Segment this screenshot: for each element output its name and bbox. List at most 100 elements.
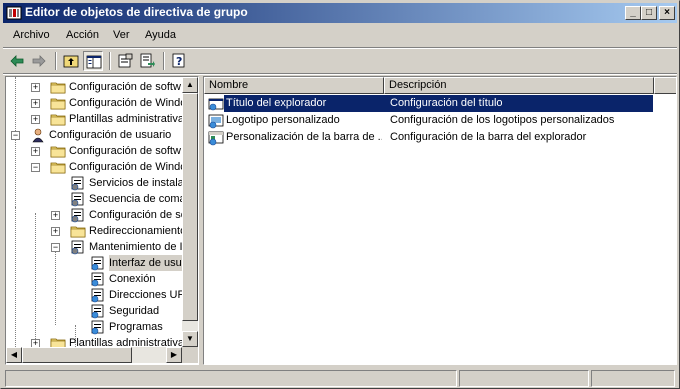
status-panel xyxy=(459,370,589,387)
title-bar[interactable]: Editor de objetos de directiva de grupo … xyxy=(3,3,677,23)
scroll-down-button[interactable]: ▼ xyxy=(182,331,198,347)
tree-item[interactable]: Servicios de instalac xyxy=(6,175,182,191)
column-header-nombre[interactable]: Nombre xyxy=(204,77,384,94)
tree-item[interactable]: + Configuración de softw xyxy=(6,143,182,159)
tree-item[interactable]: − Mantenimiento de Ir xyxy=(6,239,182,255)
row-description: Configuración de los logotipos personali… xyxy=(390,114,615,126)
collapse-icon[interactable]: − xyxy=(11,131,20,140)
tree-item-label: Conexión xyxy=(109,273,156,285)
tree-item[interactable]: Seguridad xyxy=(6,303,182,319)
user-config-icon xyxy=(32,128,44,143)
tree-item-label: Redireccionamiento xyxy=(89,225,182,237)
tree-vertical-scrollbar[interactable]: ▲ ▼ xyxy=(182,77,198,347)
programs-icon xyxy=(91,320,104,335)
script-icon xyxy=(71,192,84,207)
tree-item[interactable]: + Configuración de se xyxy=(6,207,182,223)
custom-logo-icon xyxy=(208,114,224,129)
folder-icon xyxy=(50,146,66,158)
row-description: Configuración de la barra del explorador xyxy=(390,131,587,143)
tree-item-label: Secuencia de comar xyxy=(89,193,182,205)
tree-item[interactable]: + Configuración de softw xyxy=(6,79,182,95)
maximize-button[interactable]: □ xyxy=(641,6,657,20)
tree-item-label: Servicios de instalac xyxy=(89,177,182,189)
menu-archivo[interactable]: Archivo xyxy=(13,29,50,41)
security-icon xyxy=(91,304,104,319)
tree-item[interactable]: Secuencia de comar xyxy=(6,191,182,207)
tree-item[interactable]: + Configuración de Windc xyxy=(6,95,182,111)
list-row[interactable]: Logotipo personalizado Configuración de … xyxy=(204,112,654,129)
tree-item[interactable]: Interfaz de usu xyxy=(6,255,182,271)
tree-item-label: Configuración de Windc xyxy=(69,97,182,109)
back-button[interactable] xyxy=(7,51,27,71)
expand-icon[interactable]: + xyxy=(51,227,60,236)
details-list[interactable]: Nombre Descripción Título del explorador… xyxy=(203,76,677,365)
scroll-up-button[interactable]: ▲ xyxy=(182,77,198,93)
folder-icon xyxy=(50,98,66,110)
toolbar-separator-bottom xyxy=(3,73,677,75)
window-title: Editor de objetos de directiva de grupo xyxy=(25,5,248,19)
tree-item[interactable]: Direcciones URL xyxy=(6,287,182,303)
scroll-thumb[interactable] xyxy=(182,93,198,321)
expand-icon[interactable]: + xyxy=(31,99,40,108)
collapse-icon[interactable]: − xyxy=(31,163,40,172)
status-bar xyxy=(3,369,677,387)
tree-item[interactable]: + Plantillas administrativa: xyxy=(6,335,182,347)
ui-settings-icon xyxy=(91,256,104,271)
tree-item[interactable]: − Configuración de Windc xyxy=(6,159,182,175)
list-row[interactable]: Título del explorador Configuración del … xyxy=(204,95,654,112)
help-button[interactable]: ? xyxy=(169,51,189,71)
tree-item-label: Seguridad xyxy=(109,305,160,317)
folder-icon xyxy=(50,114,66,126)
folder-icon xyxy=(50,82,66,94)
close-button[interactable]: × xyxy=(659,6,675,20)
tree-item-label: Direcciones URL xyxy=(109,289,182,301)
menu-accion[interactable]: Acción xyxy=(66,29,99,41)
tree-item[interactable]: − Configuración de usuario xyxy=(6,127,182,143)
tree-item[interactable]: Conexión xyxy=(6,271,182,287)
help-icon: ? xyxy=(172,53,185,68)
tree-item[interactable]: Programas xyxy=(6,319,182,335)
up-one-level-button[interactable] xyxy=(61,51,81,71)
list-row[interactable]: Personalización de la barra de ... Confi… xyxy=(204,129,654,146)
tree-item-label: Mantenimiento de Ir xyxy=(89,241,182,253)
tree-item[interactable]: + Plantillas administrativa xyxy=(6,111,182,127)
expand-icon[interactable]: + xyxy=(31,339,40,347)
collapse-icon[interactable]: − xyxy=(51,243,60,252)
scroll-right-button[interactable]: ▶ xyxy=(166,347,182,363)
forward-icon xyxy=(32,55,46,67)
properties-icon xyxy=(118,53,133,68)
status-panel xyxy=(591,370,675,387)
show-hide-tree-button[interactable] xyxy=(83,51,103,71)
expand-icon[interactable]: + xyxy=(31,147,40,156)
expand-icon[interactable]: + xyxy=(51,211,60,220)
row-name: Título del explorador xyxy=(226,95,382,112)
toolbar-separator xyxy=(163,52,165,70)
console-tree[interactable]: + Configuración de softw + Configuración de… xyxy=(5,76,199,365)
menu-ayuda[interactable]: Ayuda xyxy=(145,29,176,41)
tree-item-label: Plantillas administrativa: xyxy=(69,337,182,347)
minimize-button[interactable]: _ xyxy=(625,6,641,20)
row-description: Configuración del título xyxy=(390,95,503,112)
menu-ver[interactable]: Ver xyxy=(113,29,130,41)
export-list-icon xyxy=(140,53,155,68)
tree-horizontal-scrollbar[interactable]: ◀ ▶ xyxy=(6,347,182,363)
properties-button[interactable] xyxy=(115,51,135,71)
connection-icon xyxy=(91,272,104,287)
forward-button[interactable] xyxy=(29,51,49,71)
ie-maintenance-icon xyxy=(71,240,84,255)
menu-bar: Archivo Acción Ver Ayuda xyxy=(3,25,677,45)
folder-icon xyxy=(50,162,66,174)
tree-item[interactable]: + Redireccionamiento xyxy=(6,223,182,239)
back-icon xyxy=(10,55,24,67)
scroll-left-button[interactable]: ◀ xyxy=(6,347,22,363)
expand-icon[interactable]: + xyxy=(31,83,40,92)
installer-icon xyxy=(71,176,84,191)
export-list-button[interactable] xyxy=(137,51,157,71)
show-hide-tree-icon xyxy=(86,55,102,69)
column-header-descripcion[interactable]: Descripción xyxy=(384,77,654,94)
scroll-thumb[interactable] xyxy=(22,347,132,363)
tree-item-label: Interfaz de usu xyxy=(109,255,182,271)
toolbar-separator xyxy=(109,52,111,70)
expand-icon[interactable]: + xyxy=(31,115,40,124)
toolbar-separator xyxy=(55,52,57,70)
